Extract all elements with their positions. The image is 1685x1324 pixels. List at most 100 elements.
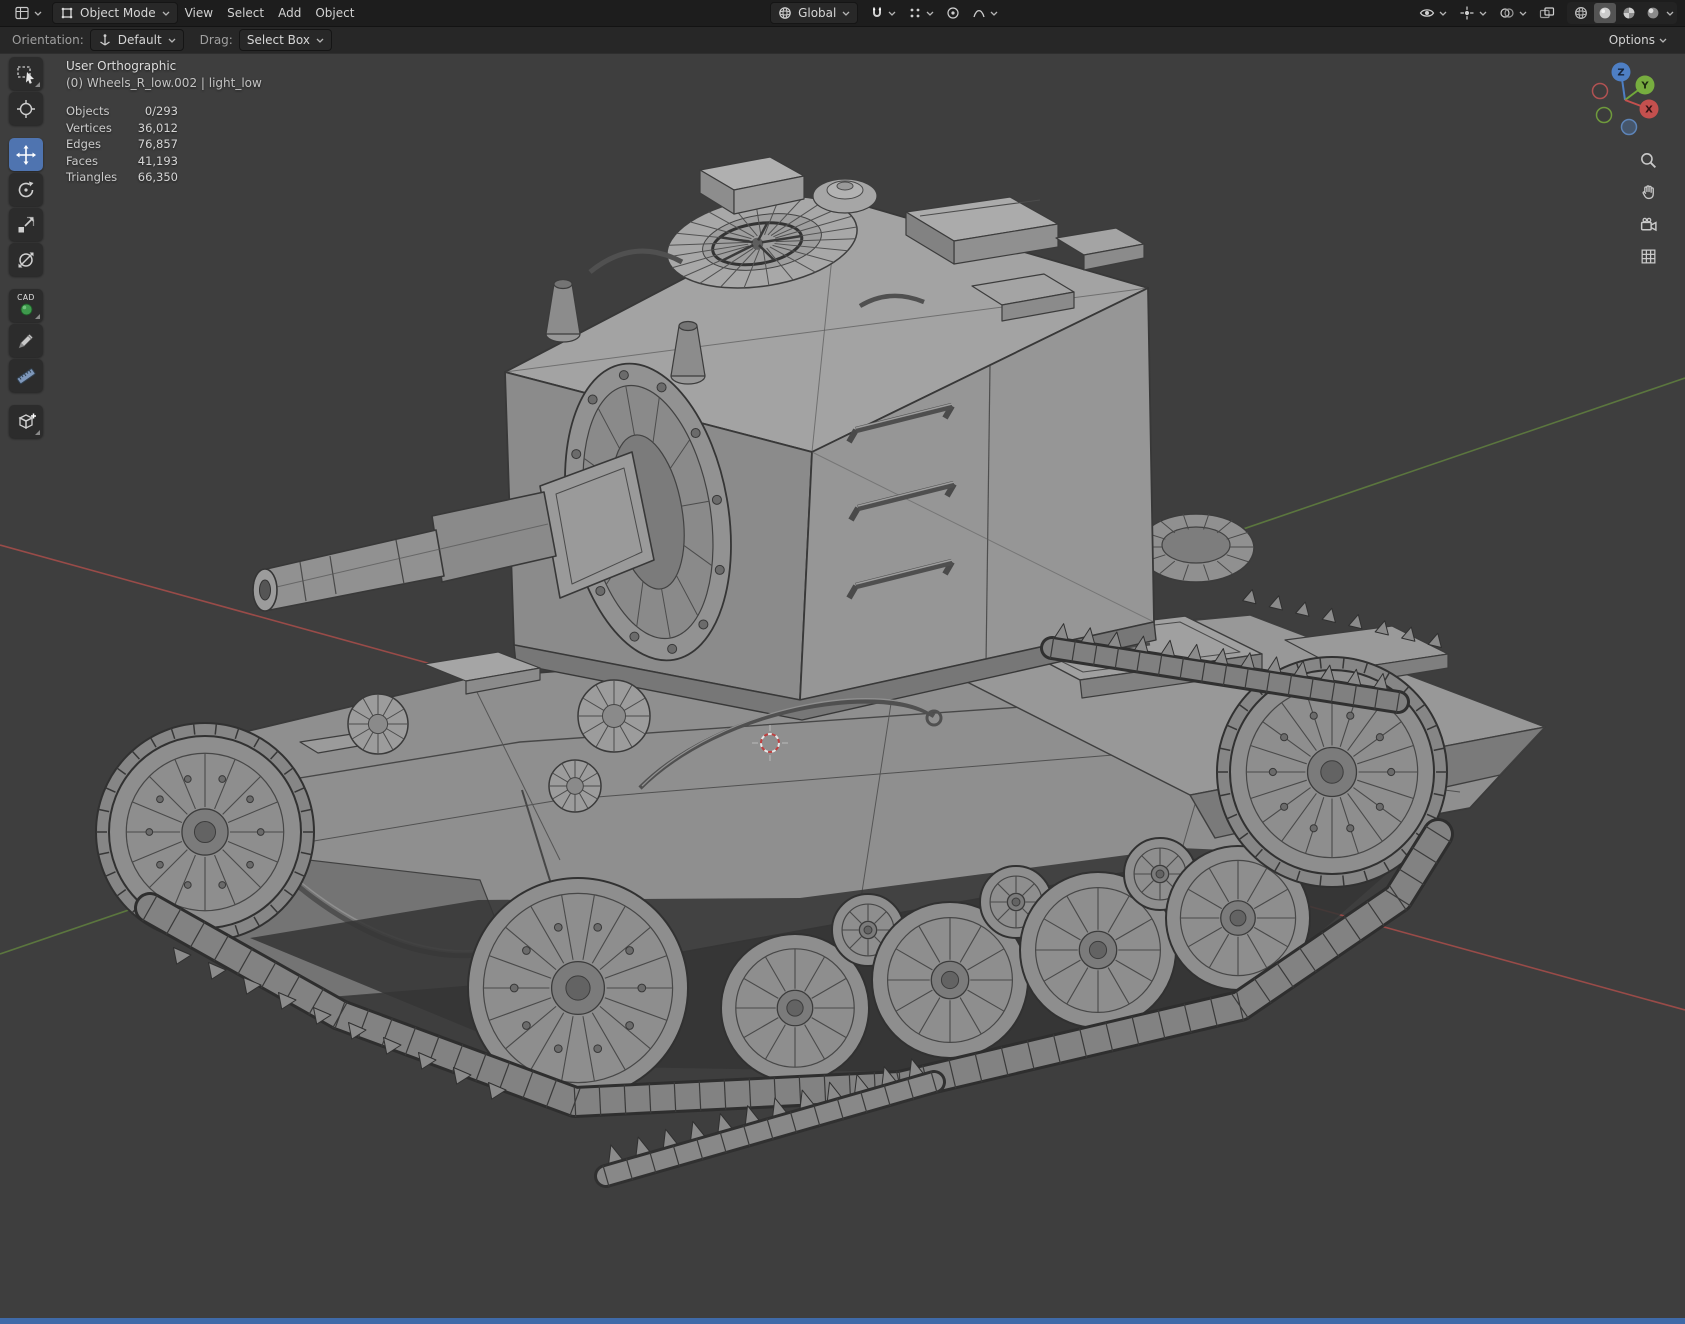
statistics-overlay: Objects 0/293 Vertices 36,012 Edges 76,8… [66, 103, 262, 186]
editor-type-button[interactable] [8, 3, 48, 23]
measure-ruler-icon [16, 367, 36, 384]
rotate-icon [18, 181, 34, 197]
gizmo-axis-negy[interactable] [1595, 106, 1613, 124]
chevron-down-icon [1519, 11, 1527, 16]
editor-divider[interactable] [0, 1318, 1685, 1324]
toggle-projection-button[interactable] [1635, 244, 1661, 268]
cad-tool-label: CAD [17, 293, 35, 302]
zoom-icon [1640, 152, 1656, 168]
drag-value: Select Box [246, 33, 310, 47]
orientation-field-label: Orientation: [12, 33, 84, 47]
chevron-down-icon [34, 11, 42, 16]
chevron-down-icon [926, 11, 934, 16]
overlays-icon [1500, 8, 1514, 18]
xray-toggle[interactable] [1533, 3, 1561, 23]
axes-icon [99, 34, 110, 46]
tool-add-cube-button[interactable] [9, 405, 43, 438]
menu-add[interactable]: Add [271, 3, 308, 23]
visibility-eye-icon [1419, 9, 1435, 17]
drag-field-label: Drag: [199, 33, 233, 47]
chevron-down-icon [888, 11, 896, 16]
object-mode-icon [61, 7, 73, 19]
stat-row-triangles: Triangles 66,350 [66, 170, 178, 184]
chevron-down-icon [842, 11, 850, 16]
globe-icon [779, 7, 791, 19]
viewport-side-controls [1635, 148, 1661, 268]
mode-dropdown[interactable]: Object Mode [52, 2, 178, 24]
stat-row-objects: Objects 0/293 [66, 104, 178, 118]
menu-object[interactable]: Object [308, 3, 361, 23]
tool-transform-button[interactable] [9, 243, 43, 276]
shading-mode-group [1567, 2, 1677, 24]
tool-cursor-button[interactable] [9, 92, 43, 125]
move-icon [16, 144, 36, 165]
add-cube-icon [18, 413, 36, 429]
orientation-label: Global [798, 6, 837, 20]
transform-orientation-dropdown[interactable]: Global [770, 2, 859, 24]
snap-settings-dropdown[interactable] [902, 3, 940, 23]
cursor-icon [17, 99, 35, 118]
options-label: Options [1608, 33, 1655, 47]
toolbar: CAD [9, 57, 43, 438]
proportional-falloff-dropdown[interactable] [966, 3, 1004, 23]
options-dropdown[interactable]: Options [1603, 30, 1673, 50]
editor-type-icon [15, 6, 29, 20]
select-box-icon [17, 65, 34, 84]
cad-sphere-icon [20, 303, 32, 316]
shading-wireframe-icon [1575, 7, 1587, 19]
chevron-down-icon [990, 11, 998, 16]
stat-row-faces: Faces 41,193 [66, 153, 178, 168]
tool-settings-bar: Orientation: Default Drag: Select Box Op… [0, 26, 1685, 54]
navigation-gizmo[interactable]: Z Y X [1585, 58, 1665, 138]
tool-move-button[interactable] [9, 138, 43, 171]
shading-material-button[interactable] [1618, 3, 1640, 23]
scale-icon [18, 216, 35, 232]
view-name-text: User Orthographic [66, 59, 177, 73]
transform-icon [18, 252, 34, 267]
tank-wireframe-model[interactable] [95, 156, 1546, 1188]
shading-solid-button[interactable] [1594, 3, 1616, 23]
chevron-down-icon [1439, 11, 1447, 16]
orientation-value: Default [117, 33, 162, 47]
gizmo-axis-negz[interactable] [1620, 118, 1638, 136]
chevron-down-icon [162, 11, 170, 16]
tool-measure-button[interactable] [9, 359, 43, 392]
stat-row-vertices: Vertices 36,012 [66, 120, 178, 135]
zoom-button[interactable] [1635, 148, 1661, 172]
viewport-header: Object Mode View Select Add Object Globa… [0, 0, 1685, 26]
shading-wireframe-button[interactable] [1570, 3, 1592, 23]
shading-rendered-button[interactable] [1642, 3, 1664, 23]
camera-view-button[interactable] [1635, 212, 1661, 236]
annotate-pencil-icon [18, 332, 34, 349]
mode-dropdown-label: Object Mode [80, 6, 156, 20]
viewport-canvas[interactable] [0, 52, 1685, 1318]
shading-material-icon [1623, 7, 1635, 19]
tool-annotate-button[interactable] [9, 324, 43, 357]
object-type-visibility-dropdown[interactable] [1413, 3, 1453, 23]
orientation-default-dropdown[interactable]: Default [89, 29, 184, 51]
tool-cad-sketcher-button[interactable]: CAD [9, 289, 43, 322]
shading-rendered-icon [1647, 7, 1659, 19]
drag-mode-dropdown[interactable]: Select Box [238, 29, 332, 51]
snap-target-icon [910, 8, 920, 18]
tool-select-box-button[interactable] [9, 57, 43, 90]
chevron-down-icon [1659, 38, 1667, 43]
grid-icon [1641, 249, 1655, 263]
menu-select[interactable]: Select [220, 3, 271, 23]
proportional-editing-toggle[interactable] [940, 3, 966, 23]
magnet-icon [873, 7, 882, 17]
chevron-down-icon [168, 38, 176, 43]
3d-viewport[interactable]: CAD User Orthographic (0) Wheels_R_low.0… [0, 52, 1685, 1318]
gizmo-y-label: Y [1640, 81, 1649, 92]
pan-button[interactable] [1635, 180, 1661, 204]
snap-toggle[interactable] [864, 3, 902, 23]
xray-icon [1539, 7, 1555, 19]
shading-solid-icon [1599, 7, 1611, 19]
gizmo-axis-negx[interactable] [1591, 82, 1609, 100]
tool-scale-button[interactable] [9, 208, 43, 241]
tool-rotate-button[interactable] [9, 173, 43, 206]
menu-view[interactable]: View [178, 3, 220, 23]
show-gizmo-dropdown[interactable] [1453, 3, 1493, 23]
show-overlays-dropdown[interactable] [1493, 3, 1533, 23]
active-object-text: (0) Wheels_R_low.002 | light_low [66, 76, 262, 90]
